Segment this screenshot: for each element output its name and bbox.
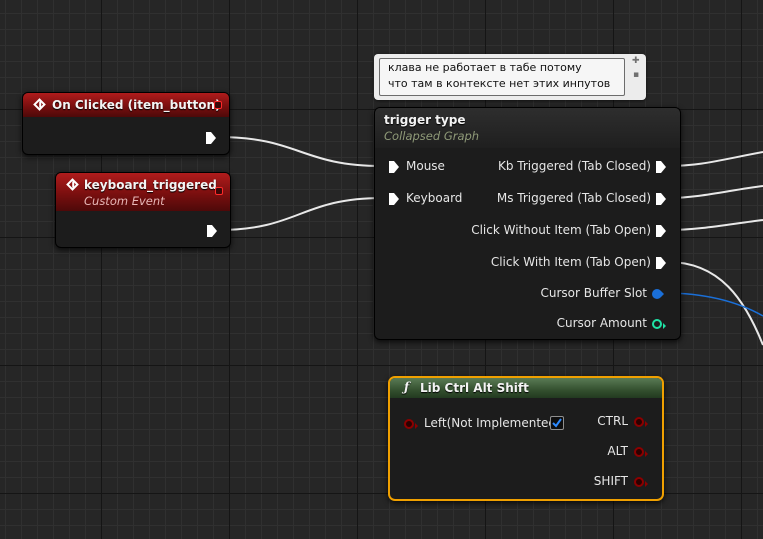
wire-keyboard-to-keyboard[interactable] xyxy=(216,197,384,231)
collapsed-node-title: trigger type xyxy=(384,113,466,127)
lib-node-title: Lib Ctrl Alt Shift xyxy=(420,381,529,395)
wire-click-with-item-out[interactable] xyxy=(667,261,763,346)
alt-bool-output-pin[interactable] xyxy=(634,447,648,457)
trigger-type-collapsed-node[interactable]: trigger type Collapsed Graph Mouse Keybo… xyxy=(374,107,681,340)
comment-line-1: клава не работает в табе потому xyxy=(388,61,582,74)
alt-output-label: ALT xyxy=(607,444,628,458)
click-without-item-exec-output-pin[interactable] xyxy=(655,224,667,238)
collapsed-node-subtitle: Collapsed Graph xyxy=(384,129,480,143)
mouse-exec-input-pin[interactable] xyxy=(388,160,400,174)
exec-output-pin[interactable] xyxy=(205,131,217,145)
wire-ms-triggered-out[interactable] xyxy=(667,185,763,199)
checkmark-icon xyxy=(552,418,562,428)
kb-triggered-output-label: Kb Triggered (Tab Closed) xyxy=(497,159,651,173)
wire-kb-triggered-out[interactable] xyxy=(667,151,763,167)
delegate-pin[interactable] xyxy=(215,187,223,195)
keyboard-node-subtitle: Custom Event xyxy=(84,194,165,208)
mouse-input-label: Mouse xyxy=(406,159,445,173)
ms-triggered-exec-output-pin[interactable] xyxy=(655,192,667,206)
cursor-amount-int-pin[interactable] xyxy=(652,319,666,329)
click-without-item-output-label: Click Without Item (Tab Open) xyxy=(471,223,651,237)
keyboard-node-title: keyboard_triggered xyxy=(84,178,217,192)
wire-onclicked-to-mouse[interactable] xyxy=(216,136,384,167)
on-clicked-event-node[interactable]: On Clicked (item_button) xyxy=(22,92,230,155)
cursor-buffer-slot-object-pin[interactable] xyxy=(652,289,664,299)
cursor-buffer-slot-output-label: Cursor Buffer Slot xyxy=(540,286,648,300)
comment-bubble-toggle-icon[interactable]: ▪ xyxy=(633,70,639,80)
exec-output-pin[interactable] xyxy=(206,224,218,238)
ctrl-bool-output-pin[interactable] xyxy=(634,417,648,427)
comment-text-box: клава не работает в табе потому что там … xyxy=(379,58,625,96)
pin-comment-icon[interactable]: ✚ xyxy=(632,56,640,66)
keyboard-triggered-event-node[interactable]: keyboard_triggered Custom Event xyxy=(55,172,231,248)
ctrl-output-label: CTRL xyxy=(597,414,628,428)
function-icon: ƒ xyxy=(404,380,410,394)
click-with-item-output-label: Click With Item (Tab Open) xyxy=(490,255,651,269)
click-with-item-exec-output-pin[interactable] xyxy=(655,256,667,270)
shift-output-label: SHIFT xyxy=(593,474,628,488)
lib-ctrl-alt-shift-node[interactable]: ƒ Lib Ctrl Alt Shift Left(Not Implemente… xyxy=(388,376,664,501)
cursor-amount-output-label: Cursor Amount xyxy=(556,316,647,330)
comment-bubble[interactable]: клава не работает в табе потому что там … xyxy=(374,54,646,100)
left-bool-input-pin[interactable] xyxy=(404,419,418,429)
wire-click-without-item-out[interactable] xyxy=(667,219,763,231)
ms-triggered-output-label: Ms Triggered (Tab Closed) xyxy=(496,191,651,205)
left-checkbox[interactable] xyxy=(550,416,564,430)
shift-bool-output-pin[interactable] xyxy=(634,477,648,487)
keyboard-exec-input-pin[interactable] xyxy=(388,192,400,206)
delegate-pin[interactable] xyxy=(214,101,222,109)
keyboard-input-label: Keyboard xyxy=(406,191,463,205)
on-clicked-node-title: On Clicked (item_button) xyxy=(52,98,221,112)
kb-triggered-exec-output-pin[interactable] xyxy=(655,160,667,174)
left-not-implemented-label: Left(Not Implemented) xyxy=(424,416,561,430)
comment-line-2: что там в контексте нет этих инпутов xyxy=(388,77,611,90)
